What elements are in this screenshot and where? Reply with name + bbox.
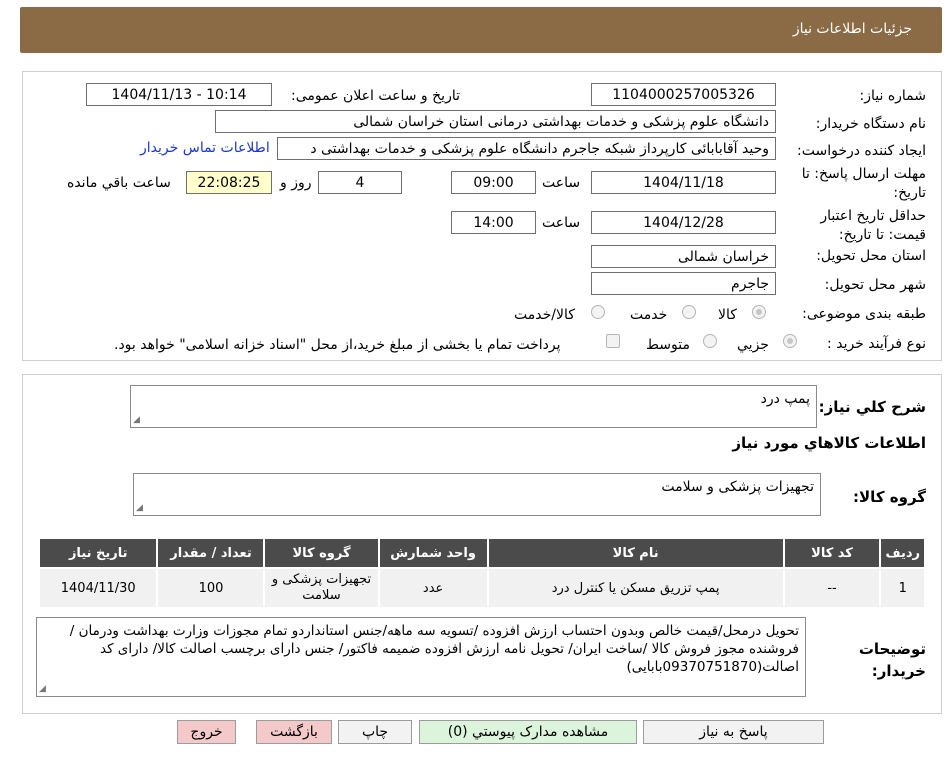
buyer-org-field: دانشگاه علوم پزشکی و خدمات بهداشتی درمان… [215, 110, 776, 133]
process-minor-label: جزیي [737, 337, 769, 353]
goods-info-title: اطلاعات كالاهاي مورد نياز [732, 434, 926, 452]
deadline-time-field: 09:00 [451, 171, 536, 194]
buyer-notes-textarea[interactable]: تحویل درمحل/قیمت خالص وبدون احتساب ارزش … [36, 617, 806, 697]
cell-goods-group: تجهیزات پزشکی و سلامت [263, 567, 380, 609]
announce-date-field: 1404/11/13 - 10:14 [86, 83, 272, 106]
general-desc-textarea[interactable]: پمپ درد ◢ [130, 385, 817, 428]
validity-time-field: 14:00 [451, 211, 536, 234]
need-number-label: شماره نیاز: [859, 88, 927, 104]
general-desc-text: پمپ درد [760, 391, 810, 407]
city-label: شهر محل تحویل: [824, 277, 926, 293]
payment-note: پرداخت تمام یا بخشی از مبلغ خرید،از محل … [114, 337, 561, 353]
process-minor-radio[interactable] [783, 334, 797, 348]
resize-grip-icon: ◢ [136, 503, 143, 513]
goods-table-header: رديف کد کالا نام کالا واحد شمارش گروه کا… [37, 537, 926, 569]
remaining-label: ساعت باقي مانده [67, 175, 171, 191]
category-goods-radio[interactable] [752, 305, 766, 319]
requester-label: ایجاد کننده درخواست: [797, 143, 926, 159]
remaining-time-field: 22:08:25 [186, 171, 272, 194]
process-medium-label: متوسط [646, 337, 690, 353]
buyer-notes-text: تحویل درمحل/قیمت خالص وبدون احتساب ارزش … [69, 623, 799, 675]
province-label: استان محل تحویل: [816, 248, 926, 264]
page-header: جزئیات اطلاعات نیاز [20, 7, 942, 53]
back-button[interactable]: بازگشت [256, 720, 332, 744]
col-row-number: رديف [879, 537, 926, 569]
cell-goods-name: پمپ تزریق مسکن یا کنترل درد [486, 567, 785, 609]
deadline-time-label: ساعت [542, 175, 581, 191]
table-row: 1 -- پمپ تزریق مسکن یا کنترل درد عدد تجه… [37, 567, 926, 609]
category-service-label: خدمت [630, 307, 668, 323]
buyer-org-label: نام دستگاه خریدار: [815, 116, 926, 132]
goods-group-textarea[interactable]: تجهیزات پزشکی و سلامت ◢ [133, 473, 821, 516]
cell-row-number: 1 [879, 567, 926, 609]
general-desc-label: شرح كلي نياز: [818, 398, 926, 416]
col-unit: واحد شمارش [377, 537, 489, 569]
exit-button[interactable]: خروج [177, 720, 236, 744]
cell-need-date: 1404/11/30 [37, 567, 159, 609]
respond-button[interactable]: پاسخ به نیاز [643, 720, 824, 744]
validity-date-field: 1404/12/28 [591, 211, 776, 234]
city-field: جاجرم [591, 272, 776, 295]
category-goods-label: کالا [718, 307, 737, 323]
col-quantity: تعداد / مقدار [156, 537, 266, 569]
process-label: نوع فرآیند خرید : [827, 336, 926, 352]
goods-group-label: گروه كالا: [853, 488, 926, 506]
need-number-field: 1104000257005326 [591, 83, 776, 106]
page-title: جزئیات اطلاعات نیاز [792, 21, 912, 37]
col-goods-name: نام کالا [486, 537, 785, 569]
category-goods-service-label: کالا/خدمت [514, 307, 575, 323]
buyer-notes-label: توضیحات خریدار: [858, 640, 926, 680]
cell-quantity: 100 [156, 567, 266, 609]
goods-table: رديف کد کالا نام کالا واحد شمارش گروه کا… [37, 537, 926, 609]
view-attachments-button[interactable]: مشاهده مدارک پیوستي (0) [419, 720, 637, 744]
process-medium-radio[interactable] [703, 334, 717, 348]
days-remaining-field: 4 [318, 171, 402, 194]
resize-grip-icon: ◢ [39, 684, 46, 694]
col-goods-code: کد کالا [782, 537, 882, 569]
validity-label: حداقل تاریخ اعتبار قیمت: تا تاریخ: [820, 208, 926, 243]
category-goods-service-radio[interactable] [591, 305, 605, 319]
cell-unit: عدد [377, 567, 489, 609]
col-goods-group: گروه کالا [263, 537, 380, 569]
validity-time-label: ساعت [542, 215, 581, 231]
category-service-radio[interactable] [682, 305, 696, 319]
resize-grip-icon: ◢ [133, 415, 140, 425]
days-label: روز و [280, 175, 312, 191]
col-need-date: تاریخ نیاز [37, 537, 159, 569]
goods-group-text: تجهیزات پزشکی و سلامت [661, 479, 814, 495]
category-label: طبقه بندی موضوعی: [802, 306, 926, 322]
buyer-contact-link[interactable]: اطلاعات تماس خریدار [140, 140, 270, 156]
deadline-label: مهلت ارسال پاسخ: تا تاریخ: [801, 166, 926, 201]
announce-date-label: تاریخ و ساعت اعلان عمومی: [291, 88, 460, 104]
cell-goods-code: -- [782, 567, 882, 609]
treasury-payment-checkbox[interactable] [606, 334, 620, 348]
print-button[interactable]: چاپ [338, 720, 412, 744]
deadline-date-field: 1404/11/18 [591, 171, 776, 194]
requester-field: وحید آقابابائی کارپرداز شبکه جاجرم دانشگ… [277, 137, 776, 160]
province-field: خراسان شمالی [591, 245, 776, 268]
